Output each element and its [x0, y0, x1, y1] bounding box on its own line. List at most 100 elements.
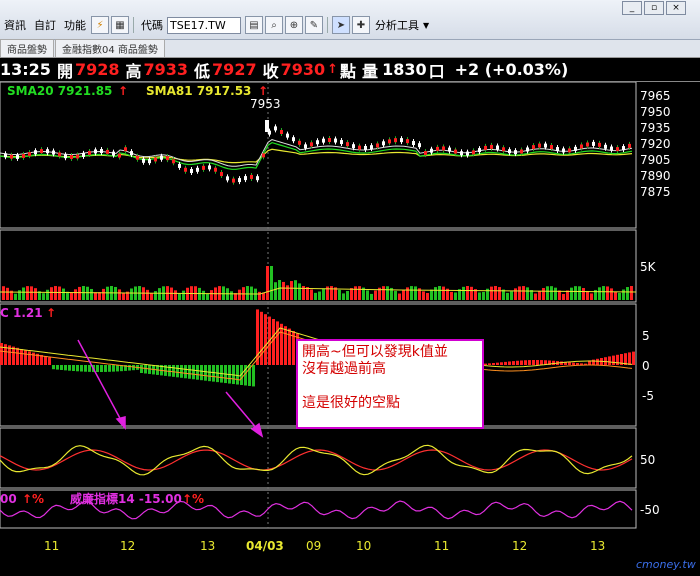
volume-bar: [174, 290, 177, 300]
code-label: 代碼: [141, 19, 163, 32]
candle-body: [298, 140, 301, 145]
macd-bar: [76, 365, 79, 372]
price-tick: 7905: [640, 153, 671, 167]
candle-body: [442, 146, 445, 151]
close-value: 7930: [280, 60, 326, 79]
volume-bar: [294, 280, 297, 300]
chart-icon[interactable]: ▤: [245, 16, 263, 34]
volume-bar: [402, 290, 405, 300]
lightning-icon[interactable]: ⚡: [91, 16, 109, 34]
menu-item-function[interactable]: 功能: [60, 17, 90, 33]
quote-bar: 13:25 開 7928 高 7933 低 7927 收 7930 ↑ 點 量 …: [0, 58, 700, 82]
macd-bar: [524, 360, 527, 365]
volume-bar: [14, 293, 17, 300]
chart-canvas[interactable]: SMA20 7921.85 ↑ SMA81 7917.53 ↑ 7953 796…: [0, 81, 700, 572]
macd-bar: [520, 360, 523, 365]
settings-icon[interactable]: ✎: [305, 16, 323, 34]
volume-bar: [322, 288, 325, 300]
macd-bar: [16, 347, 19, 365]
candle-body: [616, 147, 619, 152]
volume-bar: [106, 286, 109, 300]
candle-body: [196, 167, 199, 172]
volume-bar: [514, 288, 517, 300]
window-controls: _ ▫ ×: [622, 1, 686, 15]
candle-body: [520, 149, 523, 154]
close-button[interactable]: ×: [666, 1, 686, 15]
volume-bar: [518, 286, 521, 300]
table-icon[interactable]: ▦: [111, 16, 129, 34]
candle-body: [496, 145, 499, 150]
candle-body: [58, 152, 61, 157]
candle-body: [610, 146, 613, 151]
macd-bar: [272, 319, 275, 365]
sma81-label: SMA81 7917.53: [146, 84, 251, 98]
wr-label: 威廉指標14 -15.00: [70, 491, 182, 506]
volume-bar: [478, 292, 481, 300]
search-icon[interactable]: ⌕: [265, 16, 283, 34]
cursor-icon[interactable]: ➤: [332, 16, 350, 34]
volume-bar: [22, 287, 25, 300]
volume-bar: [450, 291, 453, 300]
price-tick: 7935: [640, 121, 671, 135]
macd-bar: [528, 360, 531, 365]
tab-market[interactable]: 商品盤勢: [0, 39, 54, 57]
volume-bar: [178, 293, 181, 300]
volume-bar: [438, 286, 441, 300]
candle-body: [226, 176, 229, 181]
chart-area[interactable]: SMA20 7921.85 ↑ SMA81 7917.53 ↑ 7953 796…: [0, 81, 700, 572]
macd-bar: [104, 365, 107, 372]
candle-body: [22, 153, 25, 158]
price-tick: 7875: [640, 185, 671, 199]
volume-bar: [62, 288, 65, 300]
macd-bar: [60, 365, 63, 370]
toolbar-separator: [327, 17, 328, 33]
volume-bar: [406, 287, 409, 300]
menu-item-custom[interactable]: 自訂: [30, 17, 60, 33]
macd-bar: [48, 357, 51, 365]
candle-body: [214, 167, 217, 172]
candle-body: [622, 146, 625, 151]
candle-body: [472, 150, 475, 155]
code-input[interactable]: TSE17.TW: [167, 16, 241, 34]
candle-body: [244, 176, 247, 181]
tab-index[interactable]: 金融指數04 商品盤勢: [55, 39, 165, 57]
macd-bar: [260, 311, 263, 365]
open-value: 7928: [74, 60, 120, 79]
volume-bar: [202, 290, 205, 300]
restore-button[interactable]: ▫: [644, 1, 664, 15]
volume-bar: [34, 288, 37, 300]
volume-label: 量: [362, 61, 379, 81]
macd-bar: [208, 365, 211, 382]
macd-bar: [108, 365, 111, 372]
macd-bar: [592, 359, 595, 365]
candle-body: [262, 153, 265, 158]
candle-body: [334, 138, 337, 143]
candle-body: [502, 147, 505, 152]
time-tick: 12: [120, 539, 135, 553]
volume-bar: [298, 283, 301, 300]
tool-icon[interactable]: ✚: [352, 16, 370, 34]
candle-body: [70, 154, 73, 159]
candle-body: [184, 167, 187, 172]
low-label: 低: [194, 61, 211, 81]
analysis-tools-menu[interactable]: 分析工具: [371, 17, 423, 33]
volume-bar: [482, 291, 485, 300]
candle-body: [532, 145, 535, 150]
volume-bar: [238, 289, 241, 300]
menu-item-info[interactable]: 資訊: [0, 17, 30, 33]
volume-bar: [90, 288, 93, 300]
candle-body: [592, 141, 595, 146]
candle-body: [628, 143, 631, 148]
candle-body: [82, 152, 85, 157]
macd-bar: [280, 323, 283, 365]
sma81-up-arrow-icon: ↑: [258, 84, 268, 98]
volume-bar: [606, 286, 609, 300]
macd-bar: [252, 365, 255, 387]
volume-bar: [142, 287, 145, 300]
candle-body: [16, 154, 19, 159]
minimize-button[interactable]: _: [622, 1, 642, 15]
volume-bar: [590, 293, 593, 300]
macd-bar: [540, 360, 543, 365]
zoom-icon[interactable]: ⊕: [285, 16, 303, 34]
volume-bar: [366, 290, 369, 300]
